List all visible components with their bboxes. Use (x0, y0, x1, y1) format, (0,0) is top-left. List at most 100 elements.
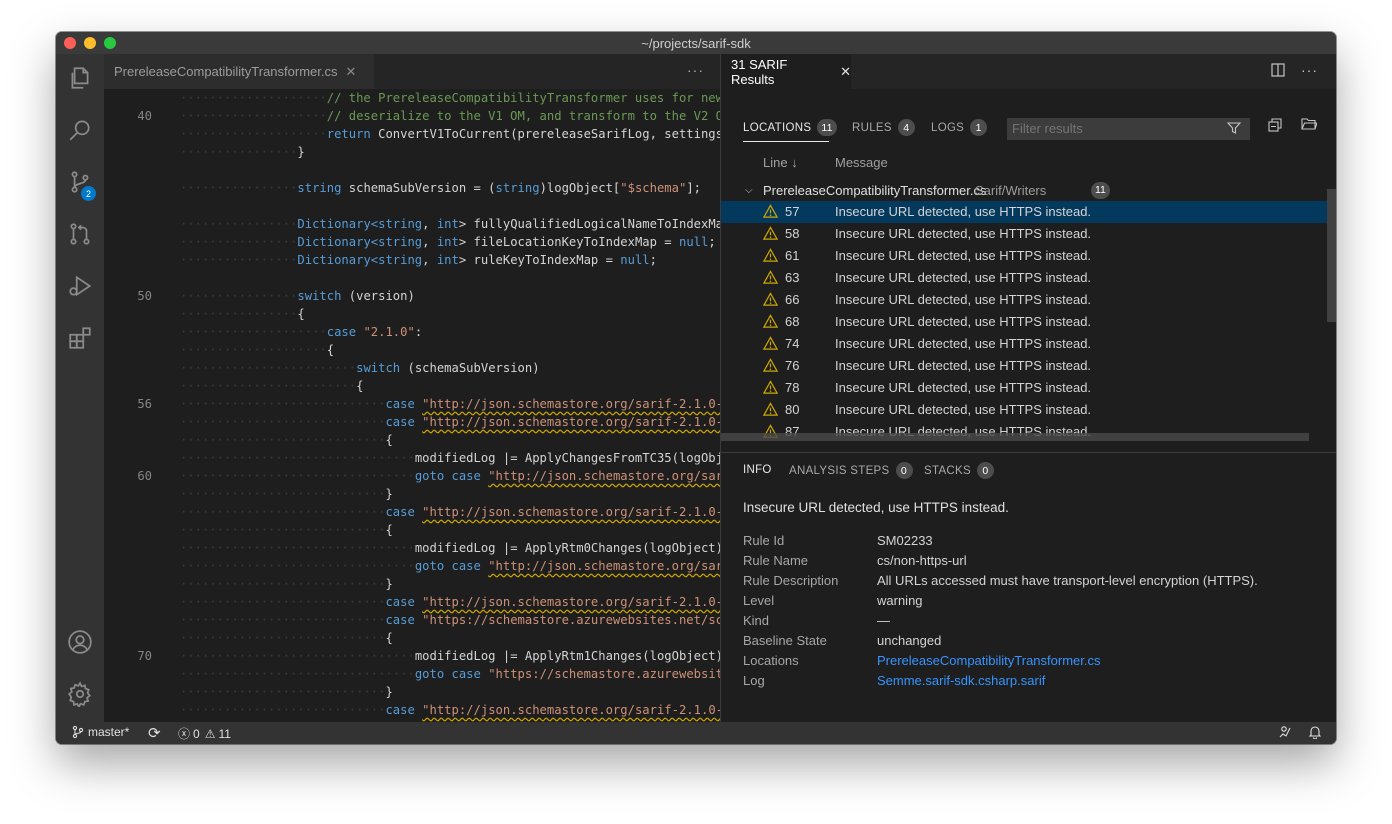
code-line[interactable]: ················Dictionary<string, int> … (104, 233, 720, 251)
code-token: case (385, 703, 415, 717)
code-line[interactable]: ················string schemaSubVersion … (104, 179, 720, 197)
code-line[interactable]: ····················// the PrereleaseCom… (104, 89, 720, 107)
code-line[interactable]: ················Dictionary<string, int> … (104, 251, 720, 269)
filter-icon[interactable] (1226, 121, 1242, 140)
settings-gear-icon[interactable] (56, 670, 104, 718)
code-token: schemaSubVersion = ( (341, 181, 496, 195)
maximize-window-button[interactable] (104, 37, 116, 49)
code-line[interactable]: 60 ································goto c… (104, 467, 720, 485)
accounts-icon[interactable] (56, 618, 104, 666)
collapse-all-icon[interactable] (1268, 118, 1282, 135)
code-line[interactable]: ····························} (104, 575, 720, 593)
pull-requests-icon[interactable] (56, 210, 104, 258)
tab-analysis-steps[interactable]: ANALYSIS STEPS 0 (789, 462, 913, 479)
code-line[interactable]: ························{ (104, 377, 720, 395)
code-line[interactable]: ····························} (104, 485, 720, 503)
tab-locations[interactable]: LOCATIONS 11 (743, 119, 837, 136)
code-line[interactable]: ················} (104, 143, 720, 161)
code-line[interactable]: ····················{ (104, 341, 720, 359)
code-line[interactable] (104, 197, 720, 215)
explorer-icon[interactable] (56, 54, 104, 102)
feedback-icon[interactable] (1278, 725, 1292, 739)
column-header-line[interactable]: Line ↓ (763, 155, 798, 170)
code-line[interactable]: ································modified… (104, 449, 720, 467)
result-row[interactable]: 74 Insecure URL detected, use HTTPS inste… (721, 333, 1327, 355)
result-row[interactable]: 61 Insecure URL detected, use HTTPS inste… (721, 245, 1327, 267)
code-line[interactable]: ····························case "http:/… (104, 593, 720, 611)
split-editor-icon[interactable] (1271, 63, 1285, 80)
detail-label: Baseline State (743, 633, 827, 648)
result-row[interactable]: 58 Insecure URL detected, use HTTPS inste… (721, 223, 1327, 245)
code-line[interactable] (104, 161, 720, 179)
code-token: ································ (180, 451, 415, 465)
code-line[interactable]: ····························{ (104, 431, 720, 449)
search-icon[interactable] (56, 106, 104, 154)
problems-indicator[interactable]: ⓧ 0 ⚠ 11 (178, 725, 231, 742)
result-row[interactable]: 80 Insecure URL detected, use HTTPS inste… (721, 399, 1327, 421)
code-line[interactable]: ····················return ConvertV1ToCu… (104, 125, 720, 143)
code-line[interactable]: ····························case "http:/… (104, 503, 720, 521)
code-editor[interactable]: ····················// the PrereleaseCom… (104, 89, 720, 722)
code-token: , (422, 235, 437, 249)
horizontal-scrollbar[interactable] (721, 433, 1309, 441)
code-line[interactable]: 50 ················switch (version) (104, 287, 720, 305)
chevron-down-icon[interactable]: ⌵ (745, 185, 753, 196)
code-line[interactable]: ················{ (104, 305, 720, 323)
result-row[interactable]: 66 Insecure URL detected, use HTTPS inste… (721, 289, 1327, 311)
minimize-window-button[interactable] (84, 37, 96, 49)
code-line[interactable]: ····························} (104, 683, 720, 701)
code-line[interactable]: ································modified… (104, 539, 720, 557)
result-row[interactable]: 78 Insecure URL detected, use HTTPS inste… (721, 377, 1327, 399)
column-header-message[interactable]: Message (835, 155, 888, 170)
code-line[interactable]: ····························{ (104, 521, 720, 539)
code-line[interactable]: 56 ····························case "http… (104, 395, 720, 413)
file-group-row[interactable]: ⌵ PrereleaseCompatibilityTransformer.cs … (721, 179, 1327, 201)
close-window-button[interactable] (64, 37, 76, 49)
close-tab-icon[interactable]: ✕ (840, 64, 851, 80)
result-row[interactable]: 63 Insecure URL detected, use HTTPS inste… (721, 267, 1327, 289)
branch-indicator[interactable]: master* (72, 725, 129, 739)
result-row[interactable]: 76 Insecure URL detected, use HTTPS inste… (721, 355, 1327, 377)
result-row[interactable]: 57 Insecure URL detected, use HTTPS inste… (721, 201, 1327, 223)
result-line-number: 66 (785, 292, 800, 307)
sync-icon[interactable]: ⟳ (148, 724, 161, 742)
panel-divider[interactable] (721, 452, 1336, 453)
filter-results-input[interactable] (1007, 118, 1250, 140)
code-line[interactable]: 40 ····················// deserialize to … (104, 107, 720, 125)
tab-rules[interactable]: RULES 4 (852, 119, 915, 136)
code-line[interactable]: ················Dictionary<string, int> … (104, 215, 720, 233)
code-line[interactable]: 70 ································modifi… (104, 647, 720, 665)
open-folder-icon[interactable] (1301, 117, 1318, 134)
detail-value: — (877, 613, 890, 628)
run-debug-icon[interactable] (56, 262, 104, 310)
result-row[interactable]: 68 Insecure URL detected, use HTTPS inste… (721, 311, 1327, 333)
code-line[interactable]: ································goto cas… (104, 557, 720, 575)
code-line[interactable]: ····························case "https:… (104, 611, 720, 629)
code-line[interactable] (104, 269, 720, 287)
result-message: Insecure URL detected, use HTTPS instead… (835, 204, 1092, 219)
sarif-results-tab[interactable]: 31 SARIF Results ✕ (721, 54, 851, 89)
tab-info[interactable]: INFO (743, 464, 772, 476)
vertical-scrollbar[interactable] (1327, 189, 1336, 322)
code-line[interactable]: ····················case "2.1.0": (104, 323, 720, 341)
more-actions-icon[interactable]: ··· (1301, 62, 1318, 78)
code-text: ····················{ (180, 341, 334, 359)
git-branch-icon (72, 725, 84, 739)
code-line[interactable]: ····························{ (104, 629, 720, 647)
code-line[interactable]: ································goto cas… (104, 665, 720, 683)
editor-tab[interactable]: PrereleaseCompatibilityTransformer.cs ✕ (104, 54, 374, 89)
notifications-bell-icon[interactable] (1308, 725, 1322, 739)
tab-logs[interactable]: LOGS 1 (931, 119, 988, 136)
extensions-icon[interactable] (56, 314, 104, 362)
results-list: 57 Insecure URL detected, use HTTPS inste… (721, 201, 1327, 441)
code-line[interactable]: ························switch (schemaSu… (104, 359, 720, 377)
code-line[interactable]: ····························case "http:/… (104, 701, 720, 719)
more-actions-icon[interactable]: ··· (687, 62, 704, 78)
detail-link[interactable]: Semme.sarif-sdk.csharp.sarif (877, 673, 1045, 688)
source-control-icon[interactable]: 2 (56, 158, 104, 206)
tab-stacks[interactable]: STACKS 0 (924, 462, 994, 479)
detail-link[interactable]: PrereleaseCompatibilityTransformer.cs (877, 653, 1100, 668)
close-tab-icon[interactable]: ✕ (345, 64, 356, 80)
code-line[interactable]: ····························case "http:/… (104, 413, 720, 431)
code-text: ····················// the PrereleaseCom… (180, 89, 720, 107)
